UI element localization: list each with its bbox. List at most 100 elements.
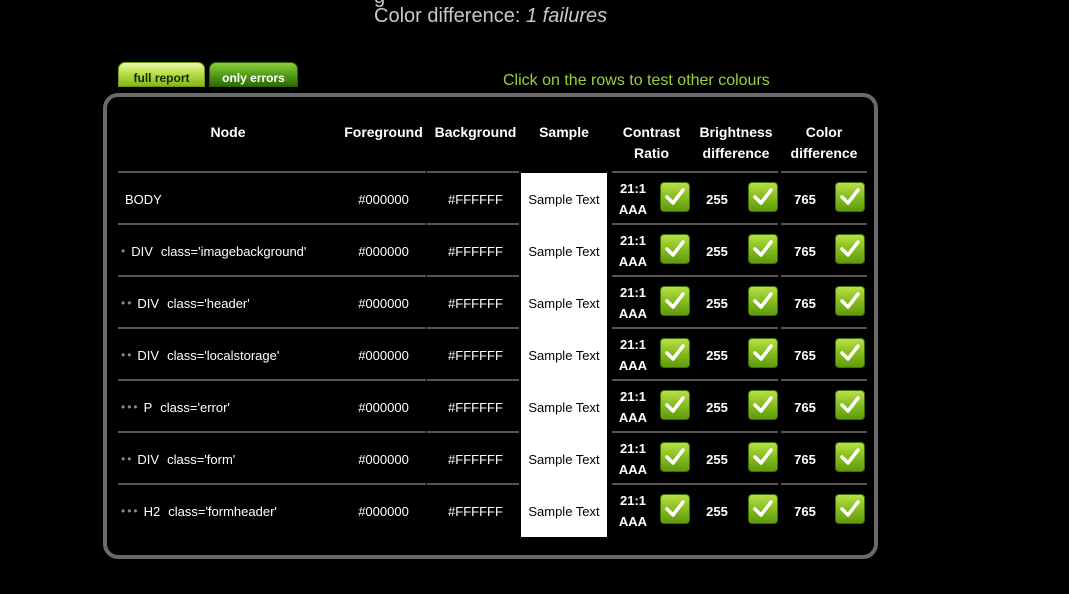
table-row[interactable]: BODY #000000 #FFFFFF Sample Text 21:1 AAA 255 7… bbox=[107, 173, 882, 225]
foreground-value: #000000 bbox=[358, 191, 409, 207]
checkmark-icon bbox=[660, 390, 690, 420]
contrast-ratio: 21:1 AAA bbox=[613, 225, 653, 277]
node-attribute: class='form' bbox=[167, 451, 236, 467]
column-header-background: Background bbox=[434, 124, 517, 140]
checkmark-icon bbox=[835, 182, 865, 212]
sample-text: Sample Text bbox=[521, 381, 607, 433]
node-depth-dots: ••• bbox=[121, 400, 140, 414]
table-row[interactable]: ••• Pclass='error' #000000 #FFFFFF Sample Te… bbox=[107, 381, 882, 433]
checkmark-icon bbox=[748, 442, 778, 472]
checkmark-icon bbox=[835, 442, 865, 472]
foreground-value: #000000 bbox=[358, 399, 409, 415]
table-row[interactable]: •• DIV class='localstorage' #000000 #FFFFFF S… bbox=[107, 329, 882, 381]
node-attribute: class='error' bbox=[160, 399, 230, 415]
background-value: #FFFFFF bbox=[448, 503, 503, 519]
node-tag: H2 bbox=[143, 503, 161, 519]
color-difference-value: 765 bbox=[794, 451, 816, 467]
node-depth-dots: ••• bbox=[121, 504, 140, 518]
column-header-brightness-difference: Brightness difference bbox=[692, 122, 780, 164]
background-value: #FFFFFF bbox=[448, 243, 503, 259]
foreground-value: #000000 bbox=[358, 451, 409, 467]
contrast-ratio-value: 21:1 bbox=[619, 337, 647, 352]
sample-text: Sample Text bbox=[521, 173, 607, 225]
background-value: #FFFFFF bbox=[448, 451, 503, 467]
foreground-value: #000000 bbox=[358, 295, 409, 311]
column-header-contrast-line1: Contrast bbox=[622, 124, 681, 140]
sample-text: Sample Text bbox=[521, 433, 607, 485]
checkmark-icon bbox=[835, 494, 865, 524]
background-value: #FFFFFF bbox=[448, 399, 503, 415]
checkmark-icon bbox=[660, 182, 690, 212]
sample-text: Sample Text bbox=[521, 485, 607, 537]
tab-only-errors[interactable]: only errors bbox=[209, 62, 298, 87]
contrast-ratio-value: 21:1 bbox=[619, 233, 647, 248]
node-depth-dots: •• bbox=[121, 348, 134, 362]
checkmark-icon bbox=[748, 182, 778, 212]
sample-text: Sample Text bbox=[521, 329, 607, 381]
sample-text: Sample Text bbox=[521, 277, 607, 329]
node-cell: •• DIV class='header' bbox=[121, 277, 335, 329]
column-header-sample: Sample bbox=[539, 124, 589, 140]
node-tag: P bbox=[143, 399, 153, 415]
table-row[interactable]: •• DIV class='header' #000000 #FFFFFF Sample … bbox=[107, 277, 882, 329]
checkmark-icon bbox=[748, 234, 778, 264]
contrast-level: AAA bbox=[618, 514, 648, 529]
checkmark-icon bbox=[835, 390, 865, 420]
color-difference-value: 1 failures bbox=[525, 5, 608, 27]
table-row[interactable]: • DIV class='imagebackground' #000000 #FFFFF… bbox=[107, 225, 882, 277]
color-difference-value: 765 bbox=[794, 243, 816, 259]
brightness-difference-value: 255 bbox=[706, 295, 728, 311]
checkmark-icon bbox=[660, 338, 690, 368]
column-header-contrast-ratio: Contrast Ratio bbox=[609, 122, 694, 164]
column-header-brightness-line2: difference bbox=[702, 145, 770, 161]
contrast-level: AAA bbox=[618, 202, 648, 217]
foreground-value: #000000 bbox=[358, 347, 409, 363]
node-depth-dots: • bbox=[121, 244, 128, 258]
background-value: #FFFFFF bbox=[448, 347, 503, 363]
checkmark-icon bbox=[660, 494, 690, 524]
contrast-ratio-value: 21:1 bbox=[619, 441, 647, 456]
contrast-level: AAA bbox=[618, 358, 648, 373]
node-attribute: class='header' bbox=[167, 295, 250, 311]
color-difference-value: 765 bbox=[794, 503, 816, 519]
node-attribute: class='localstorage' bbox=[167, 347, 280, 363]
node-cell: • DIV class='imagebackground' bbox=[121, 225, 335, 277]
node-cell: •• DIV class='localstorage' bbox=[121, 329, 335, 381]
node-depth-dots: •• bbox=[121, 296, 134, 310]
checkmark-icon bbox=[748, 494, 778, 524]
color-difference-value: 765 bbox=[794, 191, 816, 207]
column-header-brightness-line1: Brightness bbox=[699, 124, 773, 140]
contrast-ratio: 21:1 AAA bbox=[613, 173, 653, 225]
color-difference-summary: Color difference: 1 failures bbox=[374, 5, 607, 28]
color-difference-label: Color difference: bbox=[374, 5, 521, 27]
node-tag: DIV bbox=[137, 347, 160, 363]
contrast-ratio-value: 21:1 bbox=[619, 493, 647, 508]
table-row[interactable]: •• DIV class='form' #000000 #FFFFFF Sample Te… bbox=[107, 433, 882, 485]
node-tag: DIV bbox=[137, 295, 160, 311]
column-header-color-difference: Color difference bbox=[780, 122, 868, 164]
contrast-ratio: 21:1 AAA bbox=[613, 433, 653, 485]
foreground-value: #000000 bbox=[358, 503, 409, 519]
table-row[interactable]: ••• H2 class='formheader' #000000 #FFFFFF Sam… bbox=[107, 485, 882, 537]
contrast-level: AAA bbox=[618, 306, 648, 321]
background-value: #FFFFFF bbox=[448, 295, 503, 311]
brightness-difference-value: 255 bbox=[706, 451, 728, 467]
checkmark-icon bbox=[748, 390, 778, 420]
brightness-difference-value: 255 bbox=[706, 503, 728, 519]
checkmark-icon bbox=[660, 442, 690, 472]
node-tag: DIV bbox=[137, 451, 160, 467]
contrast-level: AAA bbox=[618, 462, 648, 477]
contrast-level: AAA bbox=[618, 254, 648, 269]
color-difference-value: 765 bbox=[794, 295, 816, 311]
brightness-difference-value: 255 bbox=[706, 347, 728, 363]
results-panel: Node Foreground Background Sample Contra… bbox=[103, 93, 878, 559]
contrast-ratio: 21:1 AAA bbox=[613, 485, 653, 537]
contrast-ratio: 21:1 AAA bbox=[613, 381, 653, 433]
tab-full-report[interactable]: full report bbox=[118, 62, 205, 87]
rows-hint: Click on the rows to test other colours bbox=[503, 72, 770, 89]
column-header-foreground: Foreground bbox=[344, 124, 423, 140]
contrast-ratio-value: 21:1 bbox=[619, 181, 647, 196]
column-header-contrast-line2: Ratio bbox=[634, 145, 669, 161]
checkmark-icon bbox=[835, 338, 865, 368]
contrast-ratio: 21:1 AAA bbox=[613, 329, 653, 381]
